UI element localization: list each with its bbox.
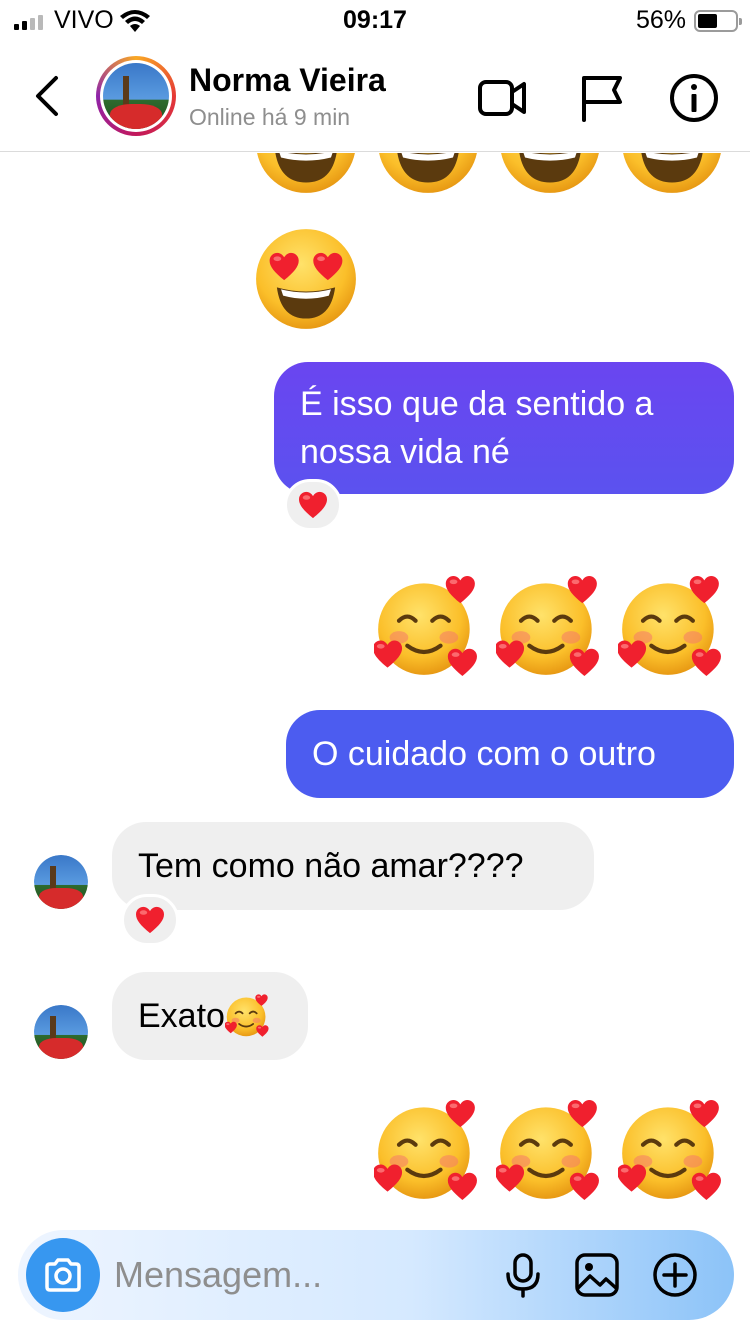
incoming-message[interactable]: Exato <box>112 972 308 1060</box>
smiling-face-with-hearts-emoji <box>374 575 478 679</box>
camera-button[interactable] <box>26 1238 100 1312</box>
video-call-icon[interactable] <box>476 72 528 124</box>
incoming-message[interactable]: Tem como não amar???? <box>112 822 594 910</box>
back-icon[interactable] <box>28 70 68 122</box>
smiling-face-with-hearts-emoji <box>496 1099 600 1203</box>
emoji-message[interactable] <box>374 1099 722 1203</box>
heart-reaction[interactable] <box>284 479 342 531</box>
message-composer <box>18 1230 734 1320</box>
battery-icon <box>694 10 742 32</box>
sender-avatar[interactable] <box>34 1005 88 1059</box>
contact-avatar[interactable] <box>96 56 176 136</box>
gallery-icon[interactable] <box>574 1252 620 1298</box>
status-bar: VIVO 09:17 56% <box>0 0 750 42</box>
emoji-message[interactable] <box>254 153 724 195</box>
smiling-face-with-hearts-emoji <box>618 1099 722 1203</box>
battery-percent: 56% <box>635 6 686 34</box>
message-text: É isso que da sentido a nossa vida né <box>300 385 654 471</box>
contact-name[interactable]: Norma Vieira <box>189 62 386 99</box>
smiling-face-with-hearts-emoji <box>225 994 269 1038</box>
add-icon[interactable] <box>652 1252 698 1298</box>
grinning-face-emoji <box>376 153 480 195</box>
smiling-face-with-hearts-emoji <box>618 575 722 679</box>
grinning-face-emoji <box>254 153 358 195</box>
smiling-face-with-hearts-emoji <box>496 575 600 679</box>
message-text: O cuidado com o outro <box>312 735 656 773</box>
message-text: Tem como não amar???? <box>138 847 524 885</box>
outgoing-message[interactable]: O cuidado com o outro <box>286 710 734 798</box>
grinning-face-emoji <box>498 153 602 195</box>
sender-avatar[interactable] <box>34 855 88 909</box>
message-input[interactable] <box>114 1250 474 1300</box>
emoji-message[interactable] <box>254 227 358 331</box>
heart-reaction[interactable] <box>121 894 179 946</box>
message-list[interactable]: É isso que da sentido a nossa vida né O … <box>0 153 750 1223</box>
message-text: Exato <box>138 997 225 1035</box>
outgoing-message[interactable]: É isso que da sentido a nossa vida né <box>274 362 734 494</box>
flag-icon[interactable] <box>576 72 628 124</box>
contact-status: Online há 9 min <box>189 104 351 130</box>
red-heart-icon <box>298 491 328 519</box>
smiling-face-with-hearts-emoji <box>374 1099 478 1203</box>
emoji-message[interactable] <box>374 575 722 679</box>
microphone-icon[interactable] <box>500 1252 546 1298</box>
heart-eyes-emoji <box>254 227 358 331</box>
chat-header: Norma Vieira Online há 9 min <box>0 42 750 152</box>
grinning-face-emoji <box>620 153 724 195</box>
red-heart-icon <box>135 906 165 934</box>
info-icon[interactable] <box>668 72 720 124</box>
camera-icon <box>45 1258 81 1292</box>
